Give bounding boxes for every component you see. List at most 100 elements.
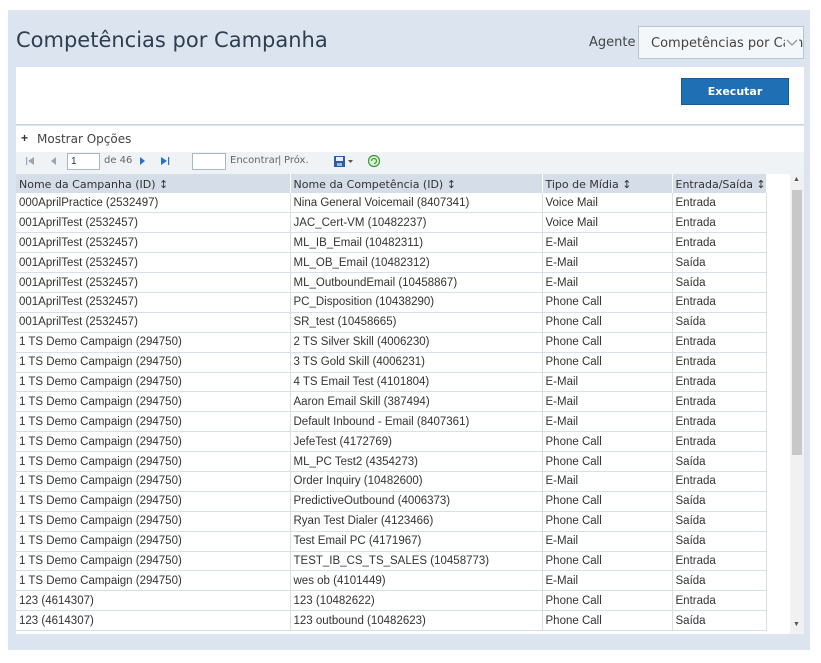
cell-skill: JAC_Cert-VM (10482237) [290,212,543,234]
cell-campaign: 001AprilTest (2532457) [16,292,291,313]
cell-campaign: 1 TS Demo Campaign (294750) [16,372,291,393]
report-toolbar: 1 de 46 Encontrar | Próx. [16,152,804,174]
table-row[interactable]: 001AprilTest (2532457) ML_IB_Email (10482… [16,232,767,254]
options-bar[interactable]: + Mostrar Opções [16,126,804,152]
cell-skill: 123 (10482622) [290,590,543,612]
skills-table: Nome da Campanha (ID) ↕ Nome da Competên… [16,174,767,632]
cell-direction: Entrada [672,292,767,313]
find-next-link[interactable]: Próx. [284,155,309,166]
expand-icon[interactable]: + [21,131,28,145]
cell-media-type: E-Mail [542,272,673,293]
cell-skill: Ryan Test Dialer (4123466) [290,511,543,532]
cell-media-type: Voice Mail [542,193,673,214]
cell-media-type: Phone Call [542,590,673,612]
cell-direction: Saída [672,491,767,512]
table-row[interactable]: 1 TS Demo Campaign (294750) JefeTest (417… [16,431,767,453]
run-panel: Executar Relatório [16,67,804,125]
page-count: de 46 [104,155,133,166]
refresh-icon[interactable] [367,154,381,171]
cell-direction: Saída [672,610,767,632]
report-select[interactable]: Competências por Camp [638,26,804,59]
table-row[interactable]: 001AprilTest (2532457) PC_Disposition (10… [16,292,767,313]
cell-skill: 4 TS Email Test (4101804) [290,372,543,393]
cell-direction: Saída [672,451,767,472]
next-page-icon[interactable] [138,154,148,171]
table-row[interactable]: 001AprilTest (2532457) SR_test (10458665)… [16,312,767,333]
cell-campaign: 001AprilTest (2532457) [16,212,291,234]
find-input[interactable] [192,153,226,170]
table-row[interactable]: 1 TS Demo Campaign (294750) Aaron Email S… [16,391,767,413]
show-options-link[interactable]: Mostrar Opções [37,132,131,146]
column-header-campaign[interactable]: Nome da Campanha (ID) ↕ [16,174,291,193]
data-grid: Nome da Campanha (ID) ↕ Nome da Competên… [16,174,804,634]
table-row[interactable]: 123 (4614307) 123 (10482622) Phone Call Ent… [16,590,767,612]
cell-direction: Entrada [672,590,767,612]
cell-campaign: 1 TS Demo Campaign (294750) [16,431,291,453]
cell-media-type: Phone Call [542,431,673,453]
run-report-button[interactable]: Executar Relatório [681,78,789,123]
table-row[interactable]: 001AprilTest (2532457) JAC_Cert-VM (10482… [16,212,767,234]
chevron-down-icon [785,33,799,51]
cell-direction: Entrada [672,471,767,492]
table-row[interactable]: 1 TS Demo Campaign (294750) Test Email PC… [16,531,767,552]
scroll-up-icon[interactable]: ▲ [793,176,800,183]
cell-media-type: Phone Call [542,352,673,373]
cell-media-type: E-Mail [542,232,673,254]
cell-skill: ML_OutboundEmail (10458867) [290,272,543,293]
table-row[interactable]: 1 TS Demo Campaign (294750) Default Inbou… [16,411,767,433]
page-number-input[interactable]: 1 [67,153,100,170]
prev-page-icon[interactable] [48,154,58,171]
breadcrumb-agent[interactable]: Agente / [589,35,644,50]
cell-campaign: 1 TS Demo Campaign (294750) [16,511,291,532]
cell-campaign: 123 (4614307) [16,610,291,632]
cell-media-type: Phone Call [542,491,673,512]
table-row[interactable]: 1 TS Demo Campaign (294750) Ryan Test Dia… [16,511,767,532]
cell-direction: Entrada [672,372,767,393]
cell-media-type: E-Mail [542,411,673,433]
cell-direction: Entrada [672,212,767,234]
cell-campaign: 1 TS Demo Campaign (294750) [16,352,291,373]
cell-direction: Saída [672,252,767,274]
cell-media-type: E-Mail [542,531,673,552]
table-row[interactable]: 1 TS Demo Campaign (294750) 3 TS Gold Ski… [16,352,767,373]
cell-skill: SR_test (10458665) [290,312,543,333]
cell-media-type: Phone Call [542,451,673,472]
table-row[interactable]: 123 (4614307) 123 outbound (10482623) Phon… [16,610,767,632]
cell-campaign: 001AprilTest (2532457) [16,272,291,293]
table-row[interactable]: 1 TS Demo Campaign (294750) ML_PC Test2 (… [16,451,767,472]
scrollbar-thumb[interactable] [792,190,802,455]
column-header-media-type[interactable]: Tipo de Mídia ↕ [542,174,673,193]
report-select-value: Competências por Camp [651,36,804,51]
table-row[interactable]: 1 TS Demo Campaign (294750) 2 TS Silver S… [16,332,767,353]
table-row[interactable]: 1 TS Demo Campaign (294750) TEST_IB_CS_TS… [16,551,767,572]
cell-skill: ML_OB_Email (10482312) [290,252,543,274]
cell-campaign: 1 TS Demo Campaign (294750) [16,332,291,353]
cell-direction: Entrada [672,352,767,373]
cell-skill: Test Email PC (4171967) [290,531,543,552]
cell-campaign: 1 TS Demo Campaign (294750) [16,391,291,413]
table-row[interactable]: 001AprilTest (2532457) ML_OB_Email (10482… [16,252,767,274]
find-link[interactable]: Encontrar [230,155,279,166]
cell-skill: PredictiveOutbound (4006373) [290,491,543,512]
table-header-row: Nome da Campanha (ID) ↕ Nome da Competên… [16,174,767,193]
first-page-icon[interactable] [24,154,36,171]
cell-skill: TEST_IB_CS_TS_SALES (10458773) [290,551,543,572]
table-row[interactable]: 001AprilTest (2532457) ML_OutboundEmail (… [16,272,767,293]
cell-media-type: E-Mail [542,252,673,274]
cell-skill: 123 outbound (10482623) [290,610,543,632]
table-row[interactable]: 000AprilPractice (2532497) Nina General V… [16,193,767,214]
cell-direction: Saída [672,272,767,293]
table-row[interactable]: 1 TS Demo Campaign (294750) wes ob (41014… [16,570,767,592]
last-page-icon[interactable] [159,154,171,171]
cell-direction: Entrada [672,232,767,254]
cell-campaign: 001AprilTest (2532457) [16,232,291,254]
scroll-down-icon[interactable]: ▼ [793,621,800,628]
column-header-skill[interactable]: Nome da Competência (ID) ↕ [290,174,543,193]
table-row[interactable]: 1 TS Demo Campaign (294750) 4 TS Email Te… [16,372,767,393]
vertical-scrollbar[interactable]: ▲ ▼ [790,174,804,634]
cell-campaign: 001AprilTest (2532457) [16,312,291,333]
save-export-icon[interactable] [333,154,355,171]
table-row[interactable]: 1 TS Demo Campaign (294750) PredictiveOut… [16,491,767,512]
table-row[interactable]: 1 TS Demo Campaign (294750) Order Inquiry… [16,471,767,492]
column-header-direction[interactable]: Entrada/Saída ↕ [672,174,767,193]
